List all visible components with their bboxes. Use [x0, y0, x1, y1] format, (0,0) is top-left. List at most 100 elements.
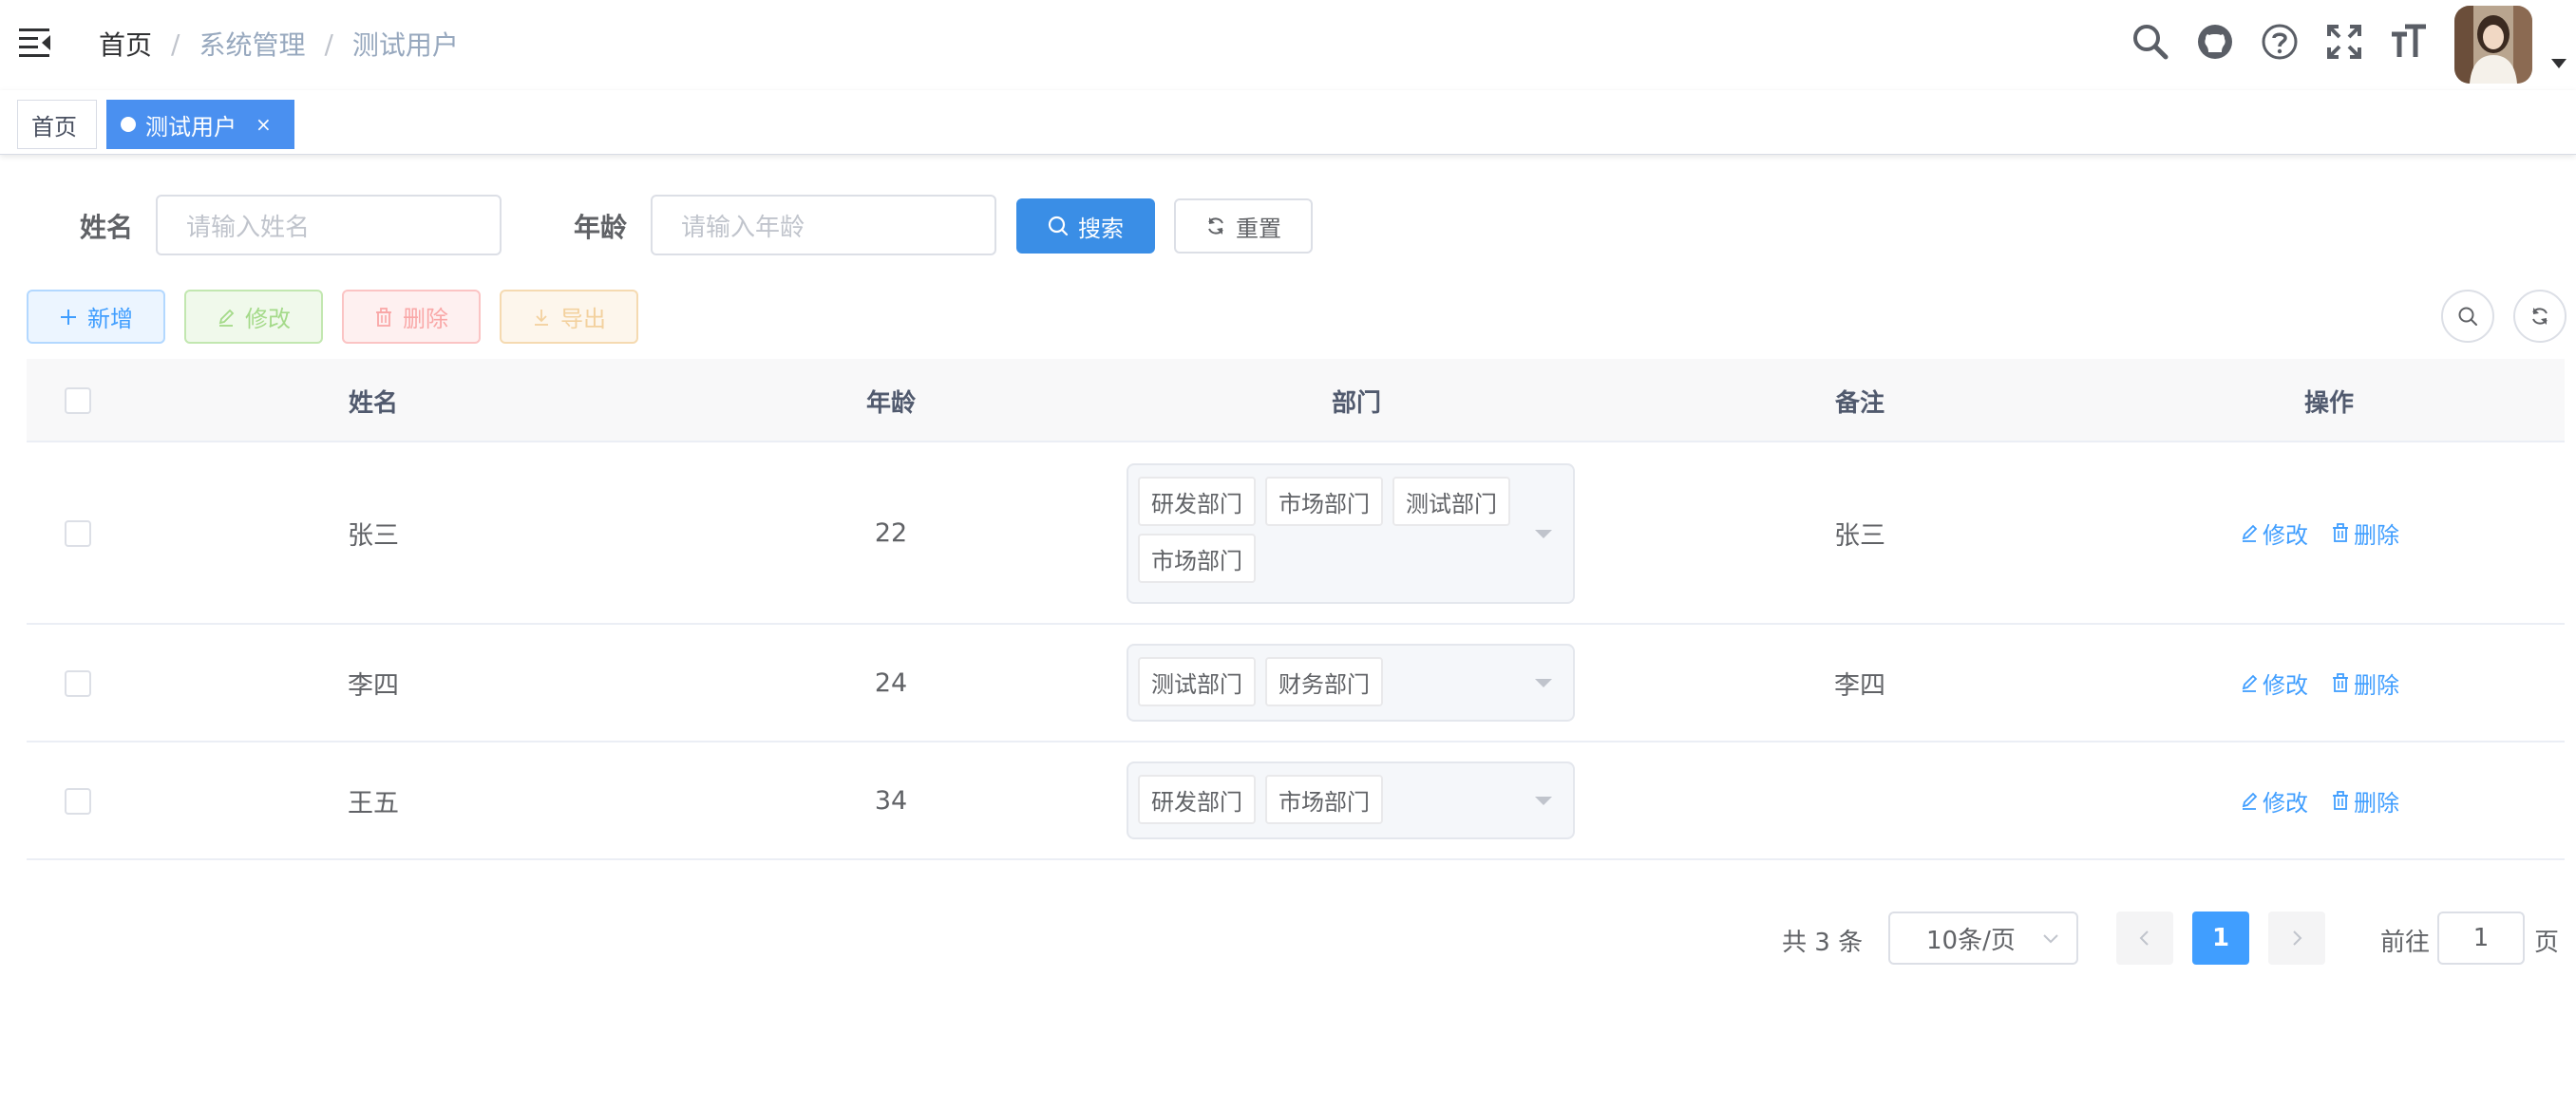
search-button[interactable]: 搜索: [1016, 198, 1155, 254]
dept-tag: 测试部门: [1138, 657, 1256, 706]
breadcrumb: 首页 / 系统管理 / 测试用户: [99, 23, 459, 65]
dept-select[interactable]: 研发部门 市场部门: [1127, 761, 1575, 839]
breadcrumb-section: 系统管理: [199, 29, 306, 61]
dept-tag: 市场部门: [1265, 775, 1383, 824]
toggle-search-button[interactable]: [2441, 290, 2494, 343]
export-button-label: 导出: [560, 306, 606, 332]
reset-button-label: 重置: [1236, 215, 1281, 242]
search-icon: [2458, 307, 2477, 326]
table-row: 张三 22 研发部门 市场部门 测试部门 市场部门 张三 修改 删除: [27, 442, 2565, 625]
trash-icon: [2333, 523, 2348, 542]
select-all-checkbox[interactable]: [65, 387, 91, 414]
row-delete-link[interactable]: 删除: [2331, 667, 2399, 700]
table-row: 李四 24 测试部门 财务部门 李四 修改 删除: [27, 625, 2565, 742]
cell-remark: 张三: [1834, 520, 1885, 551]
add-button[interactable]: 新增: [27, 290, 165, 344]
page-number-current[interactable]: 1: [2192, 912, 2249, 965]
row-edit-link[interactable]: 修改: [2240, 784, 2308, 818]
row-delete-label: 删除: [2354, 671, 2399, 699]
row-checkbox[interactable]: [65, 670, 91, 697]
font-size-icon[interactable]: [2390, 23, 2428, 61]
row-delete-link[interactable]: 删除: [2331, 784, 2399, 818]
search-button-label: 搜索: [1078, 215, 1124, 242]
pagination-total: 共 3 条: [1782, 929, 1864, 957]
edit-icon: [2242, 792, 2258, 810]
row-edit-link[interactable]: 修改: [2240, 517, 2308, 550]
breadcrumb-separator: /: [324, 28, 333, 60]
cell-age: 22: [874, 517, 908, 548]
tags-view: 首页 测试用户 ×: [0, 90, 2576, 155]
github-icon[interactable]: [2196, 23, 2234, 61]
row-actions: 修改 删除: [2240, 742, 2422, 858]
chevron-down-icon: [1535, 797, 1552, 805]
trash-icon: [376, 307, 391, 327]
age-input[interactable]: 请输入年龄: [651, 195, 996, 255]
column-header-dept: 部门: [1331, 388, 1381, 418]
row-actions: 修改 删除: [2240, 625, 2422, 741]
delete-button[interactable]: 删除: [342, 290, 481, 344]
tag-active-label: 测试用户: [145, 113, 237, 141]
tag-test-user[interactable]: 测试用户 ×: [106, 100, 294, 149]
next-page-button[interactable]: [2268, 912, 2325, 965]
dept-select[interactable]: 研发部门 市场部门 测试部门 市场部门: [1127, 463, 1575, 604]
cell-name: 王五: [348, 788, 399, 818]
help-icon[interactable]: [2261, 23, 2299, 61]
breadcrumb-separator: /: [171, 28, 180, 60]
page-size-value: 10条/页: [1926, 926, 2016, 955]
chevron-right-icon: [2293, 930, 2302, 946]
edit-button[interactable]: 修改: [184, 290, 323, 344]
row-edit-label: 修改: [2263, 671, 2308, 699]
row-edit-label: 修改: [2263, 789, 2308, 817]
dept-tag: 研发部门: [1138, 775, 1256, 824]
table-header: 姓名 年龄 部门 备注 操作: [27, 359, 2565, 442]
name-input[interactable]: 请输入姓名: [156, 195, 502, 255]
row-actions: 修改 删除: [2240, 442, 2422, 623]
cell-name: 李四: [348, 670, 399, 701]
cell-remark: 李四: [1834, 670, 1885, 701]
row-checkbox[interactable]: [65, 788, 91, 815]
export-button[interactable]: 导出: [500, 290, 638, 344]
delete-button-label: 删除: [403, 306, 448, 332]
fullscreen-icon[interactable]: [2325, 23, 2363, 61]
dept-tag: 市场部门: [1265, 477, 1383, 526]
goto-page-input[interactable]: 1: [2437, 912, 2525, 965]
dept-select[interactable]: 测试部门 财务部门: [1127, 644, 1575, 722]
chevron-down-icon[interactable]: [2551, 59, 2567, 68]
row-edit-link[interactable]: 修改: [2240, 667, 2308, 700]
trash-icon: [2333, 791, 2348, 810]
row-checkbox[interactable]: [65, 520, 91, 547]
column-header-remark: 备注: [1834, 388, 1885, 418]
chevron-down-icon: [2043, 934, 2058, 944]
close-icon[interactable]: ×: [256, 113, 272, 136]
menu-fold-icon[interactable]: [19, 27, 53, 59]
tag-home-label: 首页: [31, 113, 77, 141]
reset-button[interactable]: 重置: [1174, 198, 1313, 254]
trash-icon: [2333, 673, 2348, 692]
avatar[interactable]: [2454, 6, 2532, 84]
breadcrumb-home[interactable]: 首页: [99, 25, 152, 63]
row-delete-label: 删除: [2354, 789, 2399, 817]
edit-icon: [2242, 524, 2258, 542]
dept-tag: 市场部门: [1138, 534, 1256, 583]
edit-button-label: 修改: [245, 306, 291, 332]
prev-page-button[interactable]: [2116, 912, 2173, 965]
chevron-down-icon: [1535, 679, 1552, 687]
add-button-label: 新增: [87, 306, 133, 332]
name-label: 姓名: [80, 212, 134, 243]
navbar: 首页 / 系统管理 / 测试用户: [0, 0, 2576, 90]
dept-tag: 测试部门: [1392, 477, 1510, 526]
search-icon[interactable]: [2131, 23, 2169, 61]
chevron-down-icon: [1535, 530, 1552, 538]
refresh-button[interactable]: [2513, 290, 2567, 343]
age-label: 年龄: [574, 212, 628, 243]
refresh-icon: [2532, 308, 2548, 325]
table-row: 王五 34 研发部门 市场部门 修改 删除: [27, 742, 2565, 860]
edit-icon: [2242, 674, 2258, 692]
download-icon: [535, 309, 548, 326]
cell-name: 张三: [348, 520, 399, 551]
dept-tag: 财务部门: [1265, 657, 1383, 706]
page-size-select[interactable]: 10条/页: [1888, 912, 2078, 965]
edit-icon: [218, 309, 235, 327]
tag-home[interactable]: 首页: [17, 100, 97, 149]
row-delete-link[interactable]: 删除: [2331, 517, 2399, 550]
